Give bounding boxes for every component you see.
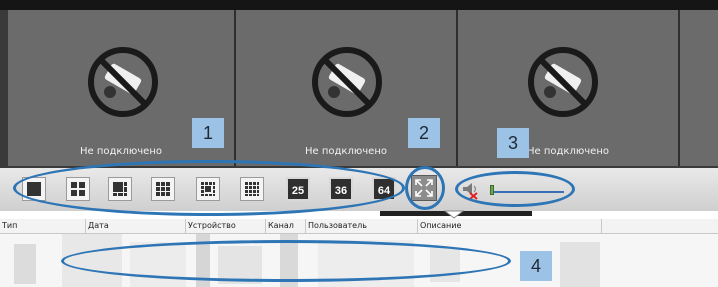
annotation-badge-1: 1 [192,118,224,148]
column-header-description[interactable]: Описание [418,219,602,233]
chevron-down-icon[interactable] [444,210,464,219]
column-header-user[interactable]: Пользователь [306,219,418,233]
camera-tile-3[interactable]: Не подключено [458,10,680,166]
annotation-badge-4: 4 [520,251,552,281]
column-header-channel[interactable]: Канал [266,219,306,233]
annotation-badge-2: 2 [408,118,440,148]
camera-disconnected-icon [88,47,158,117]
annotation-badge-3: 3 [497,128,529,158]
blurred-cell [560,242,600,287]
column-header-device[interactable]: Устройство [186,219,266,233]
camera-top-bar [0,0,718,10]
column-header-type[interactable]: Тип [0,219,86,233]
event-table-header: Тип Дата Устройство Канал Пользователь О… [0,219,718,234]
annotation-ellipse-4 [61,240,511,282]
camera-status: Не подключено [527,146,609,157]
camera-disconnected-icon [312,47,382,117]
annotation-ellipse-2 [405,166,445,210]
camera-disconnected-icon [528,47,598,117]
camera-tile-4[interactable] [680,10,718,166]
blurred-cell [14,244,36,284]
annotation-ellipse-1 [13,160,405,216]
column-header-blank [602,219,718,233]
annotation-ellipse-3 [455,171,575,207]
column-header-date[interactable]: Дата [86,219,186,233]
